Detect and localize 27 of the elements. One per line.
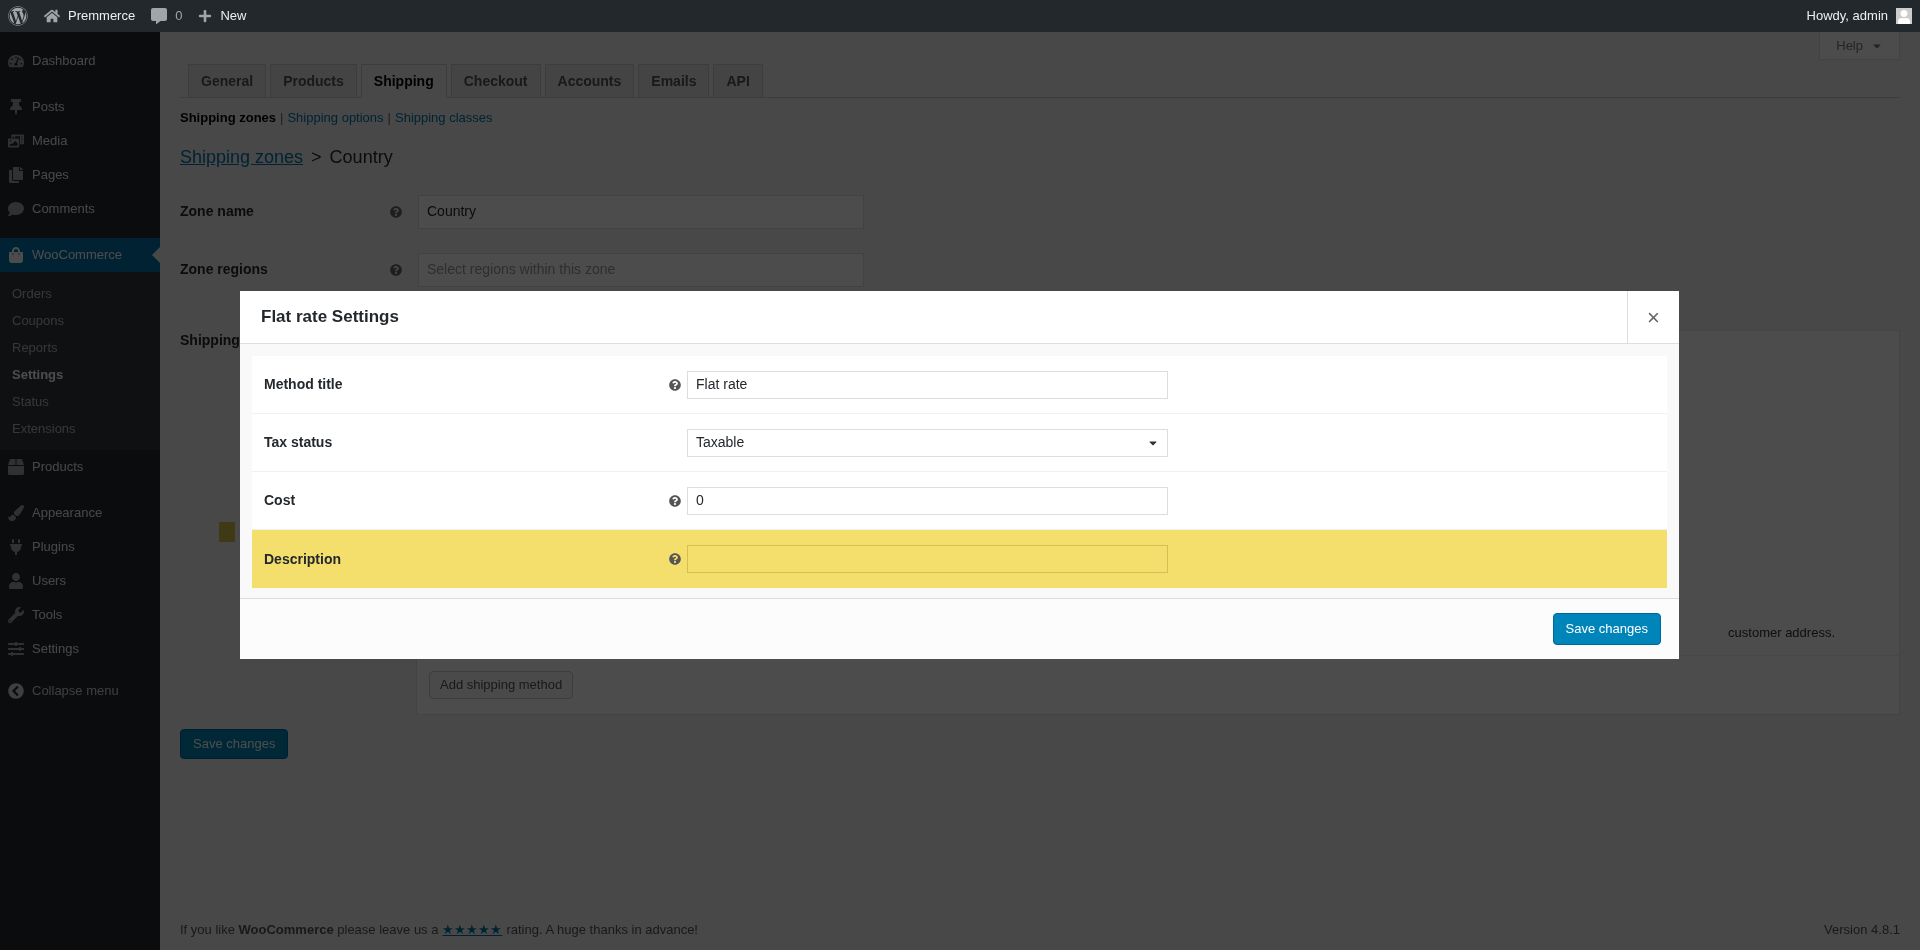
methods-note: customer address. (1728, 624, 1835, 642)
field-label: Zone name (180, 202, 255, 221)
setting-label: Cost (264, 491, 297, 510)
field-label: Shipping (180, 331, 240, 348)
text-field[interactable]: Flat rate (687, 370, 1168, 399)
setting-label: Description (264, 549, 342, 569)
home-icon[interactable] (44, 8, 60, 24)
field-label: Zone regions (180, 260, 269, 279)
select-field[interactable]: Taxable (687, 428, 1168, 457)
text-field[interactable]: 0 (687, 486, 1168, 515)
comment-icon[interactable] (151, 8, 168, 24)
plus-icon[interactable] (198, 9, 213, 23)
modal-title: Flat rate Settings (260, 306, 400, 329)
close-button[interactable]: × (1627, 291, 1679, 343)
setting-label: Tax status (264, 433, 334, 452)
text-field[interactable] (687, 545, 1168, 573)
breadcrumb-current: Country (329, 145, 393, 169)
breadcrumb-separator: > (311, 145, 322, 169)
subnav-divider: | (387, 109, 391, 127)
wordpress-logo-icon[interactable] (8, 6, 28, 26)
setting-label: Method title (264, 375, 344, 394)
save-changes-button[interactable]: Save changes (1552, 613, 1661, 645)
subnav-divider: | (280, 109, 284, 127)
comment-count[interactable]: 0 (175, 6, 183, 26)
site-name-link[interactable]: Premmerce (68, 6, 136, 26)
new-link[interactable]: New (220, 6, 247, 26)
greeting-link[interactable]: Howdy, admin (1806, 6, 1888, 26)
